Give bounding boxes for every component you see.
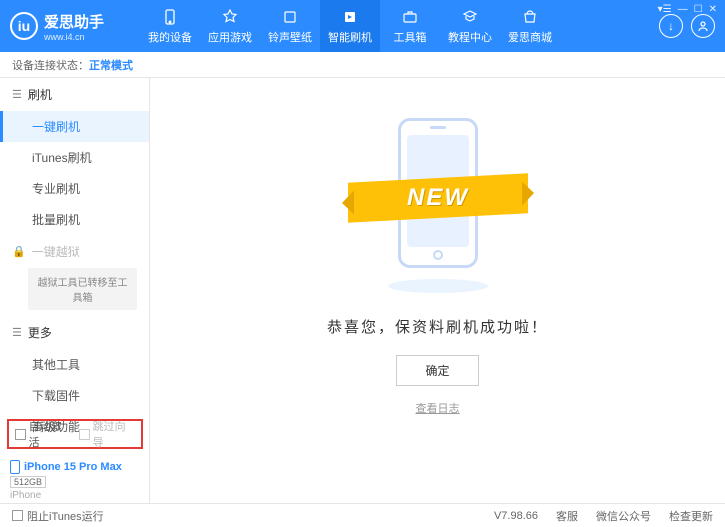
ribbon-text: NEW — [407, 184, 469, 212]
list-icon: ☰ — [12, 326, 22, 339]
checkbox-skip-guide: 跳过向导 — [79, 418, 135, 450]
success-illustration: NEW — [338, 108, 538, 288]
phone-icon — [161, 8, 179, 26]
store-icon — [521, 8, 539, 26]
logo-icon: iu — [10, 12, 38, 40]
download-icon[interactable]: ↓ — [659, 14, 683, 38]
version-label: V7.98.66 — [494, 510, 538, 522]
nav-toolbox[interactable]: 工具箱 — [380, 0, 440, 52]
nav-flash[interactable]: 智能刷机 — [320, 0, 380, 52]
device-info: iPhone 15 Pro Max 512GB iPhone — [10, 460, 122, 501]
device-storage: 512GB — [10, 476, 46, 488]
tutorial-icon — [461, 8, 479, 26]
app-icon — [221, 8, 239, 26]
header: iu 爱思助手 www.i4.cn 我的设备 应用游戏 铃声壁纸 智能刷机 工具… — [0, 0, 725, 52]
footer: 阻止iTunes运行 V7.98.66 客服 微信公众号 检查更新 — [0, 503, 725, 527]
maximize-icon[interactable]: ☐ — [694, 4, 703, 15]
nav-tutorials[interactable]: 教程中心 — [440, 0, 500, 52]
footer-update[interactable]: 检查更新 — [669, 508, 713, 524]
nav-store[interactable]: 爱思商城 — [500, 0, 560, 52]
ok-button[interactable]: 确定 — [396, 355, 478, 386]
sidebar-item-itunes-flash[interactable]: iTunes刷机 — [0, 142, 149, 173]
sidebar-item-batch-flash[interactable]: 批量刷机 — [0, 204, 149, 235]
sidebar: ☰ 刷机 一键刷机 iTunes刷机 专业刷机 批量刷机 🔒 一键越狱 越狱工具… — [0, 78, 150, 503]
footer-wechat[interactable]: 微信公众号 — [596, 508, 651, 524]
list-icon: ☰ — [12, 88, 22, 101]
status-mode: 正常模式 — [89, 57, 133, 73]
ringtone-icon — [281, 8, 299, 26]
view-log-link[interactable]: 查看日志 — [416, 400, 460, 416]
main-content: NEW 恭喜您，保资料刷机成功啦！ 确定 查看日志 — [150, 78, 725, 503]
status-bar: 设备连接状态： 正常模式 — [0, 52, 725, 78]
device-type: iPhone — [10, 490, 122, 501]
sidebar-item-onekey-flash[interactable]: 一键刷机 — [0, 111, 149, 142]
success-message: 恭喜您，保资料刷机成功啦！ — [327, 316, 548, 337]
sidebar-group-flash[interactable]: ☰ 刷机 — [0, 78, 149, 111]
sidebar-item-other-tools[interactable]: 其他工具 — [0, 349, 149, 380]
top-nav: 我的设备 应用游戏 铃声壁纸 智能刷机 工具箱 教程中心 爱思商城 — [140, 0, 560, 52]
sidebar-group-jailbreak: 🔒 一键越狱 — [0, 235, 149, 268]
close-icon[interactable]: ✕ — [709, 4, 717, 15]
device-phone-icon — [10, 460, 20, 474]
nav-ringtones[interactable]: 铃声壁纸 — [260, 0, 320, 52]
toolbox-icon — [401, 8, 419, 26]
jailbreak-note: 越狱工具已转移至工具箱 — [28, 268, 137, 310]
minimize-icon[interactable]: — — [678, 4, 688, 15]
lock-icon: 🔒 — [12, 245, 26, 258]
nav-my-device[interactable]: 我的设备 — [140, 0, 200, 52]
app-url: www.i4.cn — [44, 32, 104, 42]
device-name[interactable]: iPhone 15 Pro Max — [10, 460, 122, 474]
checkbox-auto-activate[interactable]: 自动激活 — [15, 418, 71, 450]
highlight-box: 自动激活 跳过向导 — [7, 419, 143, 449]
logo: iu 爱思助手 www.i4.cn — [10, 11, 140, 42]
sidebar-item-pro-flash[interactable]: 专业刷机 — [0, 173, 149, 204]
status-label: 设备连接状态： — [12, 57, 89, 73]
user-icon[interactable] — [691, 14, 715, 38]
sidebar-item-download-firmware[interactable]: 下载固件 — [0, 380, 149, 411]
nav-apps[interactable]: 应用游戏 — [200, 0, 260, 52]
app-name: 爱思助手 — [44, 11, 104, 32]
footer-support[interactable]: 客服 — [556, 508, 578, 524]
sidebar-group-more[interactable]: ☰ 更多 — [0, 316, 149, 349]
menu-icon[interactable]: ▾☰ — [658, 4, 672, 15]
checkbox-block-itunes[interactable]: 阻止iTunes运行 — [12, 508, 104, 524]
flash-icon — [341, 8, 359, 26]
